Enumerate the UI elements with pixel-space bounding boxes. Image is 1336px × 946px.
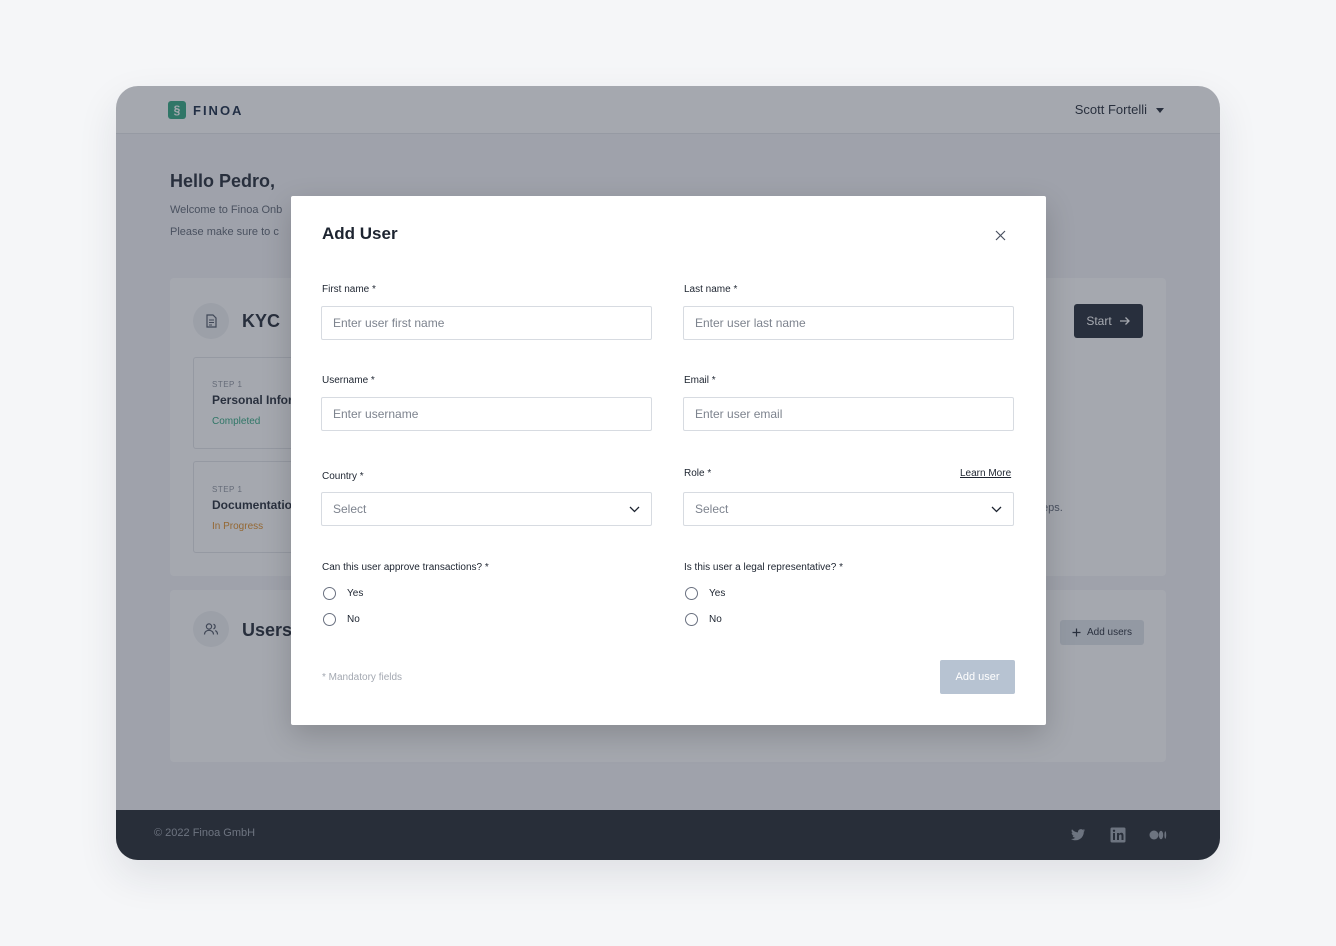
username-label: Username * (322, 375, 375, 386)
email-label: Email * (684, 375, 716, 386)
role-select-value: Select (695, 502, 729, 516)
close-icon[interactable] (992, 227, 1008, 243)
country-select[interactable]: Select (321, 492, 652, 526)
first-name-input[interactable] (321, 306, 652, 340)
radio-circle[interactable] (323, 587, 336, 600)
first-name-label: First name * (322, 284, 376, 295)
country-label: Country * (322, 471, 364, 482)
radio-circle[interactable] (685, 587, 698, 600)
learn-more-link[interactable]: Learn More (960, 468, 1011, 479)
approve-yes-radio[interactable]: Yes (323, 587, 363, 600)
country-select-value: Select (333, 502, 367, 516)
radio-label: No (347, 614, 360, 625)
radio-circle[interactable] (323, 613, 336, 626)
add-user-button[interactable]: Add user (940, 660, 1015, 694)
radio-circle[interactable] (685, 613, 698, 626)
add-user-dialog: Add User First name * Last name * Userna… (291, 196, 1046, 725)
last-name-label: Last name * (684, 284, 738, 295)
legal-rep-no-radio[interactable]: No (685, 613, 722, 626)
dialog-title: Add User (322, 224, 398, 243)
radio-label: No (709, 614, 722, 625)
approve-no-radio[interactable]: No (323, 613, 360, 626)
radio-label: Yes (347, 588, 364, 599)
chevron-down-icon (991, 506, 1002, 512)
role-label: Role * (684, 468, 712, 479)
chevron-down-icon (629, 506, 640, 512)
radio-label: Yes (709, 588, 726, 599)
email-input[interactable] (683, 397, 1014, 431)
last-name-input[interactable] (683, 306, 1014, 340)
role-select[interactable]: Select (683, 492, 1014, 526)
approve-transactions-label: Can this user approve transactions? * (322, 562, 489, 573)
legal-rep-yes-radio[interactable]: Yes (685, 587, 725, 600)
legal-representative-label: Is this user a legal representative? * (684, 562, 843, 573)
mandatory-note: * Mandatory fields (322, 672, 403, 683)
username-input[interactable] (321, 397, 652, 431)
